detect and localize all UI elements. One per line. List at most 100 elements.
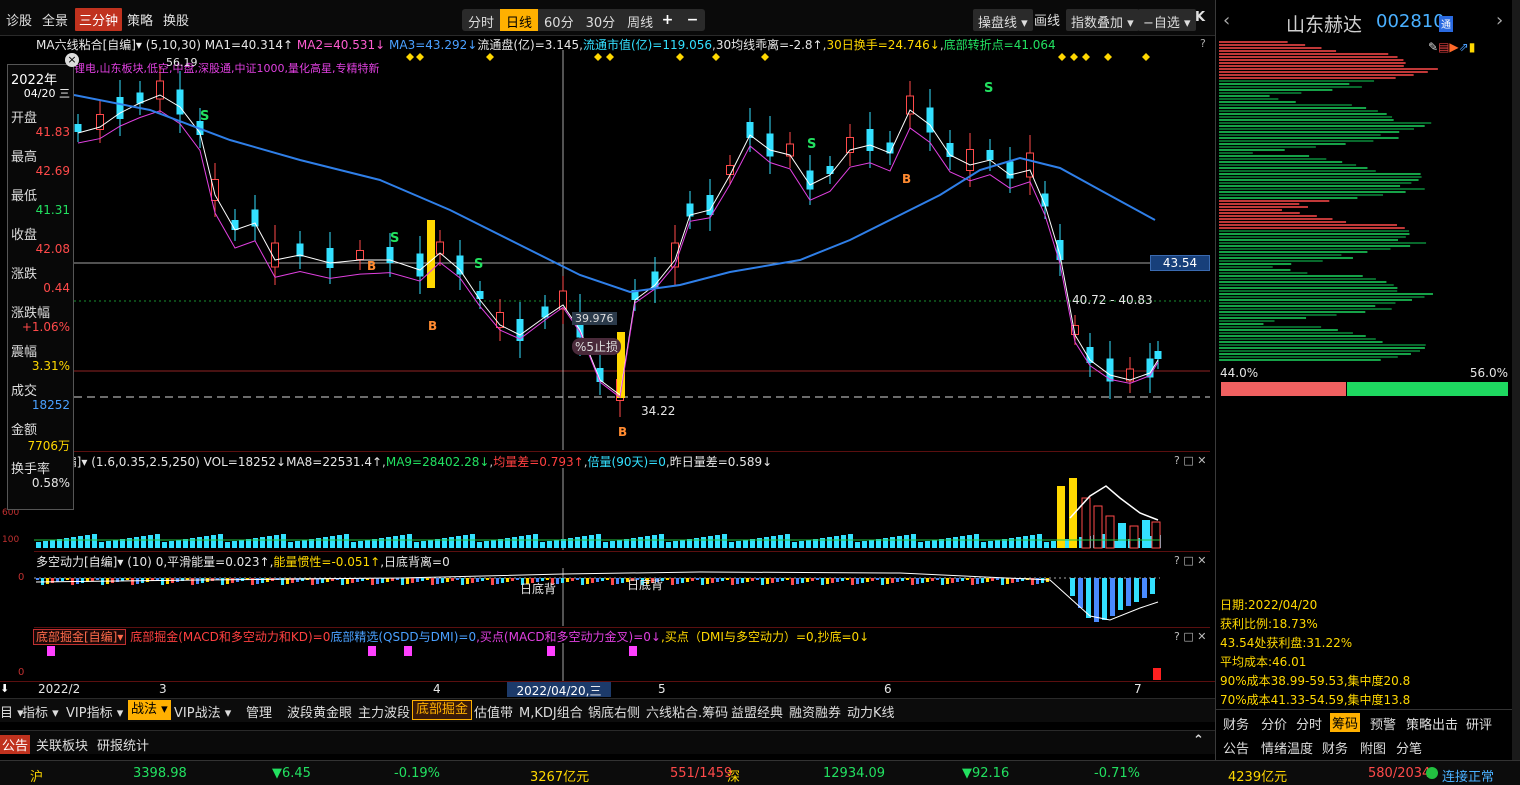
tool-three-minute[interactable]: 三分钟 (75, 8, 123, 31)
time-axis-arrow-icon[interactable]: ⬇ (0, 682, 9, 695)
time-label-may: 5 (658, 682, 666, 696)
news-tab-related-sectors[interactable]: 关联板块 (36, 735, 88, 754)
trading-line-button[interactable]: 操盘线 ▾ (973, 9, 1033, 31)
connection-status: 连接正常 (1442, 770, 1495, 785)
chip-stat-line: 90%成本38.99-59.53,集中度20.8 (1220, 674, 1411, 688)
prev-stock-icon[interactable]: ‹ (1223, 10, 1230, 31)
sz-label: 深 (727, 770, 741, 785)
svg-text:B: B (367, 259, 376, 273)
vol-value: VOL=18252↓ (203, 455, 287, 469)
info-value: +1.06% (21, 320, 70, 334)
info-value: 0.58% (31, 476, 70, 490)
rtab-price-split[interactable]: 分价 (1261, 714, 1287, 733)
rtab-finance[interactable]: 财务 (1223, 714, 1249, 733)
sz-amount: 4239亿元 (1228, 770, 1288, 785)
zoom-controls: + − (655, 9, 705, 31)
rtab-research[interactable]: 研评 (1466, 714, 1492, 733)
pane-window-icons[interactable]: ? □ ✕ (1174, 454, 1206, 467)
concept-tags: 锂电,山东板块,低空,中盘,深股通,中证1000,量化高星,专精特新 (74, 62, 380, 75)
tab-catalog[interactable]: 目 ▾ (0, 702, 24, 721)
dk-window-icons[interactable]: ? □ ✕ (1174, 554, 1206, 567)
tab-valuation-band[interactable]: 估值带 (474, 702, 513, 721)
cursor-price-label: 39.976 (572, 312, 617, 325)
tab-main-wave[interactable]: 主力波段 (358, 702, 410, 721)
dk-params: (10) (127, 555, 152, 569)
bottom-select-value: 底部精选(QSDD与DMI)=0 (330, 630, 477, 644)
collapse-icon[interactable]: ⌃ (1193, 733, 1204, 748)
tool-strategy[interactable]: 策略 (127, 10, 153, 29)
time-label-jul: 7 (1134, 682, 1142, 696)
collapse-right-icon[interactable]: K (1195, 10, 1205, 25)
info-date: 04/20 三 (23, 87, 70, 100)
tool-panorama[interactable]: 全景 (42, 10, 68, 29)
news-tab-research[interactable]: 研报统计 (97, 735, 149, 754)
tab-yimeng-classic[interactable]: 益盟经典 (731, 702, 783, 721)
zoom-out-button[interactable]: − (687, 12, 699, 28)
tool-diagnose[interactable]: 诊股 (6, 10, 32, 29)
tool-swap-stock[interactable]: 换股 (163, 10, 189, 29)
buy-point-dmi: ,买点（DMI与多空动力）=0 (661, 630, 814, 644)
rtab-alert[interactable]: 预警 (1370, 714, 1396, 733)
index-overlay-button[interactable]: 指数叠加 ▾ (1066, 9, 1139, 31)
zoom-in-button[interactable]: + (662, 12, 674, 28)
info-label: 震幅 (11, 345, 38, 360)
rtab-sub-chart[interactable]: 附图 (1360, 738, 1386, 757)
time-label-apr: 4 (433, 682, 441, 696)
rtab-strategy[interactable]: 策略出击 (1406, 714, 1458, 733)
stock-connect-badge: 通 (1439, 16, 1453, 32)
period-30min[interactable]: 30分 (580, 9, 622, 31)
tab-manage[interactable]: 管理 (246, 702, 272, 721)
candlestick-chart[interactable]: SSSSSBBBB (0, 50, 1215, 450)
close-icon[interactable]: × (65, 53, 79, 67)
tab-six-line-chips[interactable]: 六线粘合.筹码 (646, 702, 728, 721)
tab-indicators[interactable]: 指标 ▾ (22, 702, 59, 721)
tab-vip-indicators[interactable]: VIP指标 ▾ (66, 702, 123, 721)
dk-indicator-name[interactable]: 多空动力[自编]▾ (36, 555, 123, 569)
rtab-announcements[interactable]: 公告 (1223, 738, 1249, 757)
volume-chart[interactable] (0, 468, 1215, 550)
profit-pct-left: 44.0% (1220, 366, 1259, 380)
chip-distribution-chart[interactable] (1219, 40, 1511, 366)
dk-divergence-mark-1: 日底背 (520, 582, 557, 596)
vol-ma9: MA9=28402.28↓ (385, 455, 490, 469)
period-60min[interactable]: 60分 (538, 9, 580, 31)
info-label: 涨跌 (11, 267, 38, 282)
bottom-signal-chart[interactable] (0, 643, 1215, 681)
rtab-ticks[interactable]: 分笔 (1396, 738, 1422, 757)
dk-chart[interactable] (0, 568, 1215, 626)
buy-point-macd: ,买点(MACD和多空动力金叉)=0↓ (476, 630, 661, 644)
tab-bottom-gold[interactable]: 底部掘金 (412, 700, 473, 720)
period-intraday[interactable]: 分时 (462, 9, 500, 31)
tab-wave-golden-eye[interactable]: 波段黄金眼 (287, 702, 352, 721)
right-scrollbar[interactable] (1512, 0, 1520, 760)
news-tab-announcements[interactable]: 公告 (0, 735, 31, 754)
dk-smooth-energy: 0,平滑能量=0.023↑, (155, 555, 274, 569)
tab-vip-tactics[interactable]: VIP战法 ▾ (174, 702, 231, 721)
draw-line-button[interactable]: 画线 (1034, 10, 1060, 29)
profit-bar-red (1221, 382, 1346, 396)
period-daily[interactable]: 日线 (500, 9, 539, 31)
right-panel: ‹ 山东赫达 002810 通 › ✎▤▶⇗▮ 44.0% 56.0% 日期:2… (1215, 0, 1513, 761)
sh-change: ▼6.45 (272, 766, 311, 781)
watchlist-button[interactable]: −自选 ▾ (1138, 9, 1196, 31)
tab-tactics[interactable]: 战法 ▾ (128, 700, 171, 720)
stock-name: 山东赫达 (1286, 14, 1363, 36)
chip-stat-line: 70%成本41.33-54.59,集中度13.8 (1220, 693, 1411, 707)
tab-margin-trading[interactable]: 融资融券 (789, 702, 841, 721)
right-tabs: 财务 分价 分时 筹码 预警 策略出击 研评 公告 情绪温度 财务 附图 分笔 (1216, 709, 1513, 761)
top-toolbar: 诊股 全景 三分钟 策略 换股 分时 日线 60分 30分 周线 ▾ + − 操… (0, 0, 1215, 36)
tab-power-kline[interactable]: 动力K线 (847, 702, 895, 721)
sz-up-down: 580/2034 (1368, 766, 1431, 781)
next-stock-icon[interactable]: › (1496, 10, 1503, 31)
bottom-window-icons[interactable]: ? □ ✕ (1174, 630, 1206, 643)
bottom-fish-value: ,抄底=0↓ (813, 630, 870, 644)
quote-info-panel: × 2022年 04/20 三 开盘 41.83 最高 42.69 最低 41.31 收盘 4… (7, 53, 79, 510)
rtab-finance-2[interactable]: 财务 (1322, 738, 1348, 757)
help-icon[interactable]: ? (1200, 37, 1206, 50)
rtab-chips[interactable]: 筹码 (1330, 713, 1361, 732)
rtab-sentiment[interactable]: 情绪温度 (1261, 738, 1313, 757)
stock-code: 002810 (1376, 11, 1445, 32)
rtab-intraday[interactable]: 分时 (1296, 714, 1322, 733)
tab-pot-bottom[interactable]: 锅底右侧 (588, 702, 640, 721)
tab-kdj-combo[interactable]: M,KDJ组合 (519, 702, 583, 721)
